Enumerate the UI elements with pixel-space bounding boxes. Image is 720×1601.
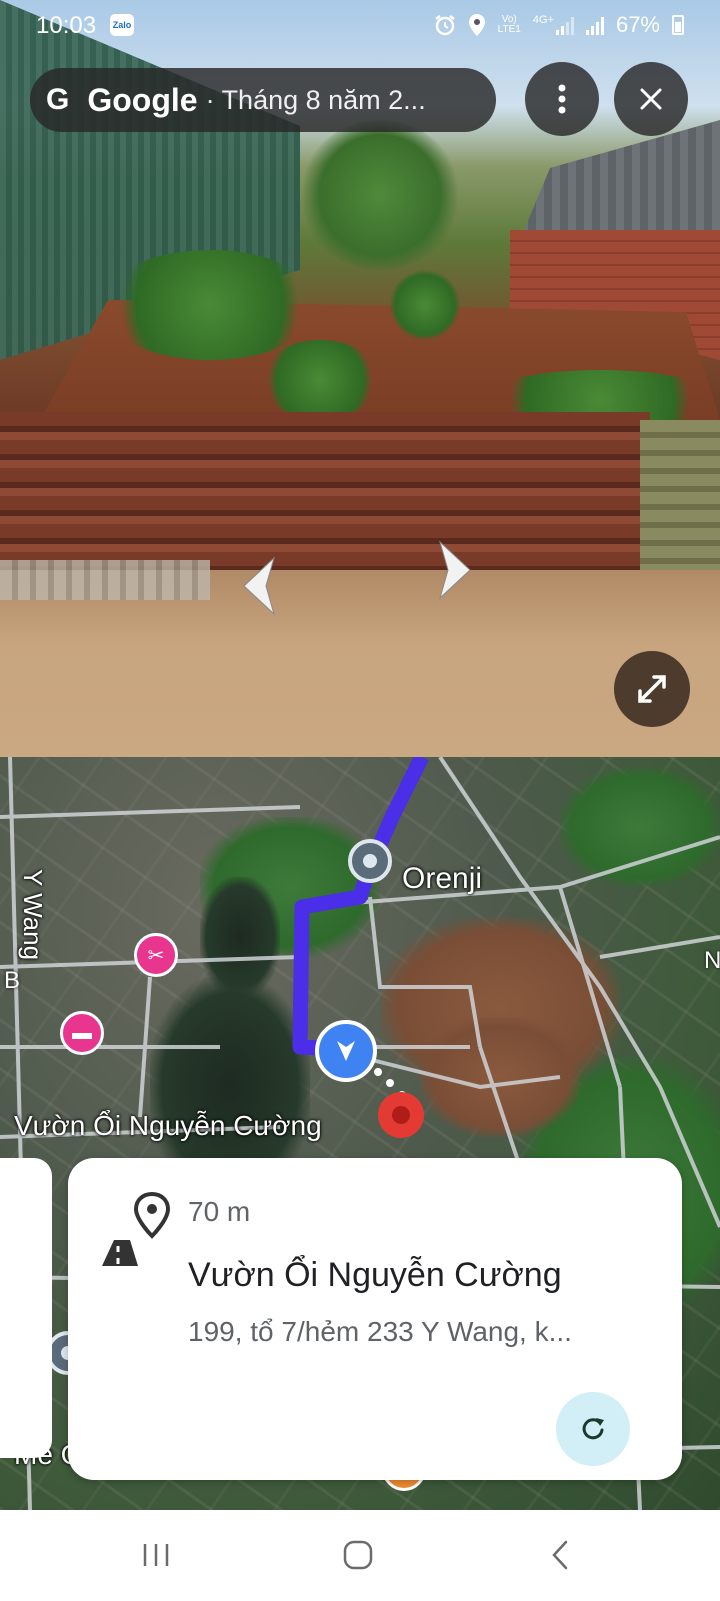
volte-icon: Vo) LTE1 xyxy=(497,14,521,35)
street-view-header[interactable]: G Google · Tháng 8 năm 2... xyxy=(30,68,496,132)
current-location-icon xyxy=(315,1020,377,1082)
expand-button[interactable] xyxy=(614,651,690,727)
battery-percent: 67% xyxy=(615,12,660,37)
brand-label: Google xyxy=(87,81,198,118)
refresh-button[interactable] xyxy=(556,1392,630,1466)
recent-apps-icon xyxy=(143,1544,169,1566)
edge-label-right: N xyxy=(704,947,720,974)
status-bar: 10:03 Zalo Vo) LTE1 4G+ 67% xyxy=(0,0,720,54)
orenji-poi-icon[interactable] xyxy=(348,839,392,883)
bush xyxy=(100,250,320,360)
tree xyxy=(300,120,460,270)
signal-1-icon: 4G+ xyxy=(533,15,574,35)
close-button[interactable] xyxy=(614,62,688,136)
expand-icon xyxy=(638,675,666,703)
battery-icon xyxy=(672,15,684,35)
close-icon xyxy=(640,88,662,110)
status-time: 10:03 xyxy=(36,12,97,39)
system-nav-bar xyxy=(0,1510,720,1601)
status-icons: Vo) LTE1 4G+ 67% xyxy=(434,12,684,38)
y-wang-street-label: Y Wang xyxy=(18,869,48,961)
recent-apps-button[interactable] xyxy=(126,1532,186,1578)
place-title: Vườn Ổi Nguyễn Cường xyxy=(188,1256,562,1294)
hotel-poi-icon[interactable]: ▬ xyxy=(60,1011,104,1055)
place-address: 199, tổ 7/hẻm 233 Y Wang, k... xyxy=(188,1316,572,1347)
previous-card[interactable] xyxy=(0,1158,52,1458)
home-icon xyxy=(343,1540,373,1570)
place-distance-icon xyxy=(102,1191,171,1266)
location-icon xyxy=(468,14,485,36)
bush xyxy=(390,270,460,340)
bush xyxy=(260,340,380,420)
distance-text: 70 m xyxy=(188,1196,251,1227)
google-g-icon: G xyxy=(46,83,70,116)
orenji-label[interactable]: Orenji xyxy=(402,862,482,896)
move-right-arrow-icon[interactable] xyxy=(432,540,478,600)
screen: 10:03 Zalo Vo) LTE1 4G+ 67% G Google · T… xyxy=(0,0,720,1601)
home-button[interactable] xyxy=(328,1532,388,1578)
signal-2-icon xyxy=(585,15,604,35)
zalo-notification-icon: Zalo xyxy=(110,14,134,36)
back-button[interactable] xyxy=(530,1532,590,1578)
capture-date: · Tháng 8 năm 2... xyxy=(205,84,426,115)
destination-card[interactable]: 70 m Vườn Ổi Nguyễn Cường 199, tổ 7/hẻm … xyxy=(68,1158,682,1480)
metal-fence-right xyxy=(640,420,720,570)
more-options-button[interactable] xyxy=(525,62,599,136)
fast-food-poi-icon[interactable]: ✂ xyxy=(134,933,178,977)
destination-map-label[interactable]: Vườn Ổi Nguyễn Cường xyxy=(14,1110,322,1142)
destination-pin-icon[interactable] xyxy=(378,1092,424,1138)
move-left-arrow-icon[interactable] xyxy=(236,556,282,616)
back-icon xyxy=(552,1540,568,1570)
shed-roof-right xyxy=(520,120,720,240)
metal-fence xyxy=(0,412,650,572)
more-vert-icon xyxy=(558,84,566,114)
edge-label-left: B xyxy=(4,967,21,994)
refresh-icon xyxy=(582,1418,604,1440)
alarm-icon xyxy=(434,15,455,36)
rubble xyxy=(0,560,210,600)
